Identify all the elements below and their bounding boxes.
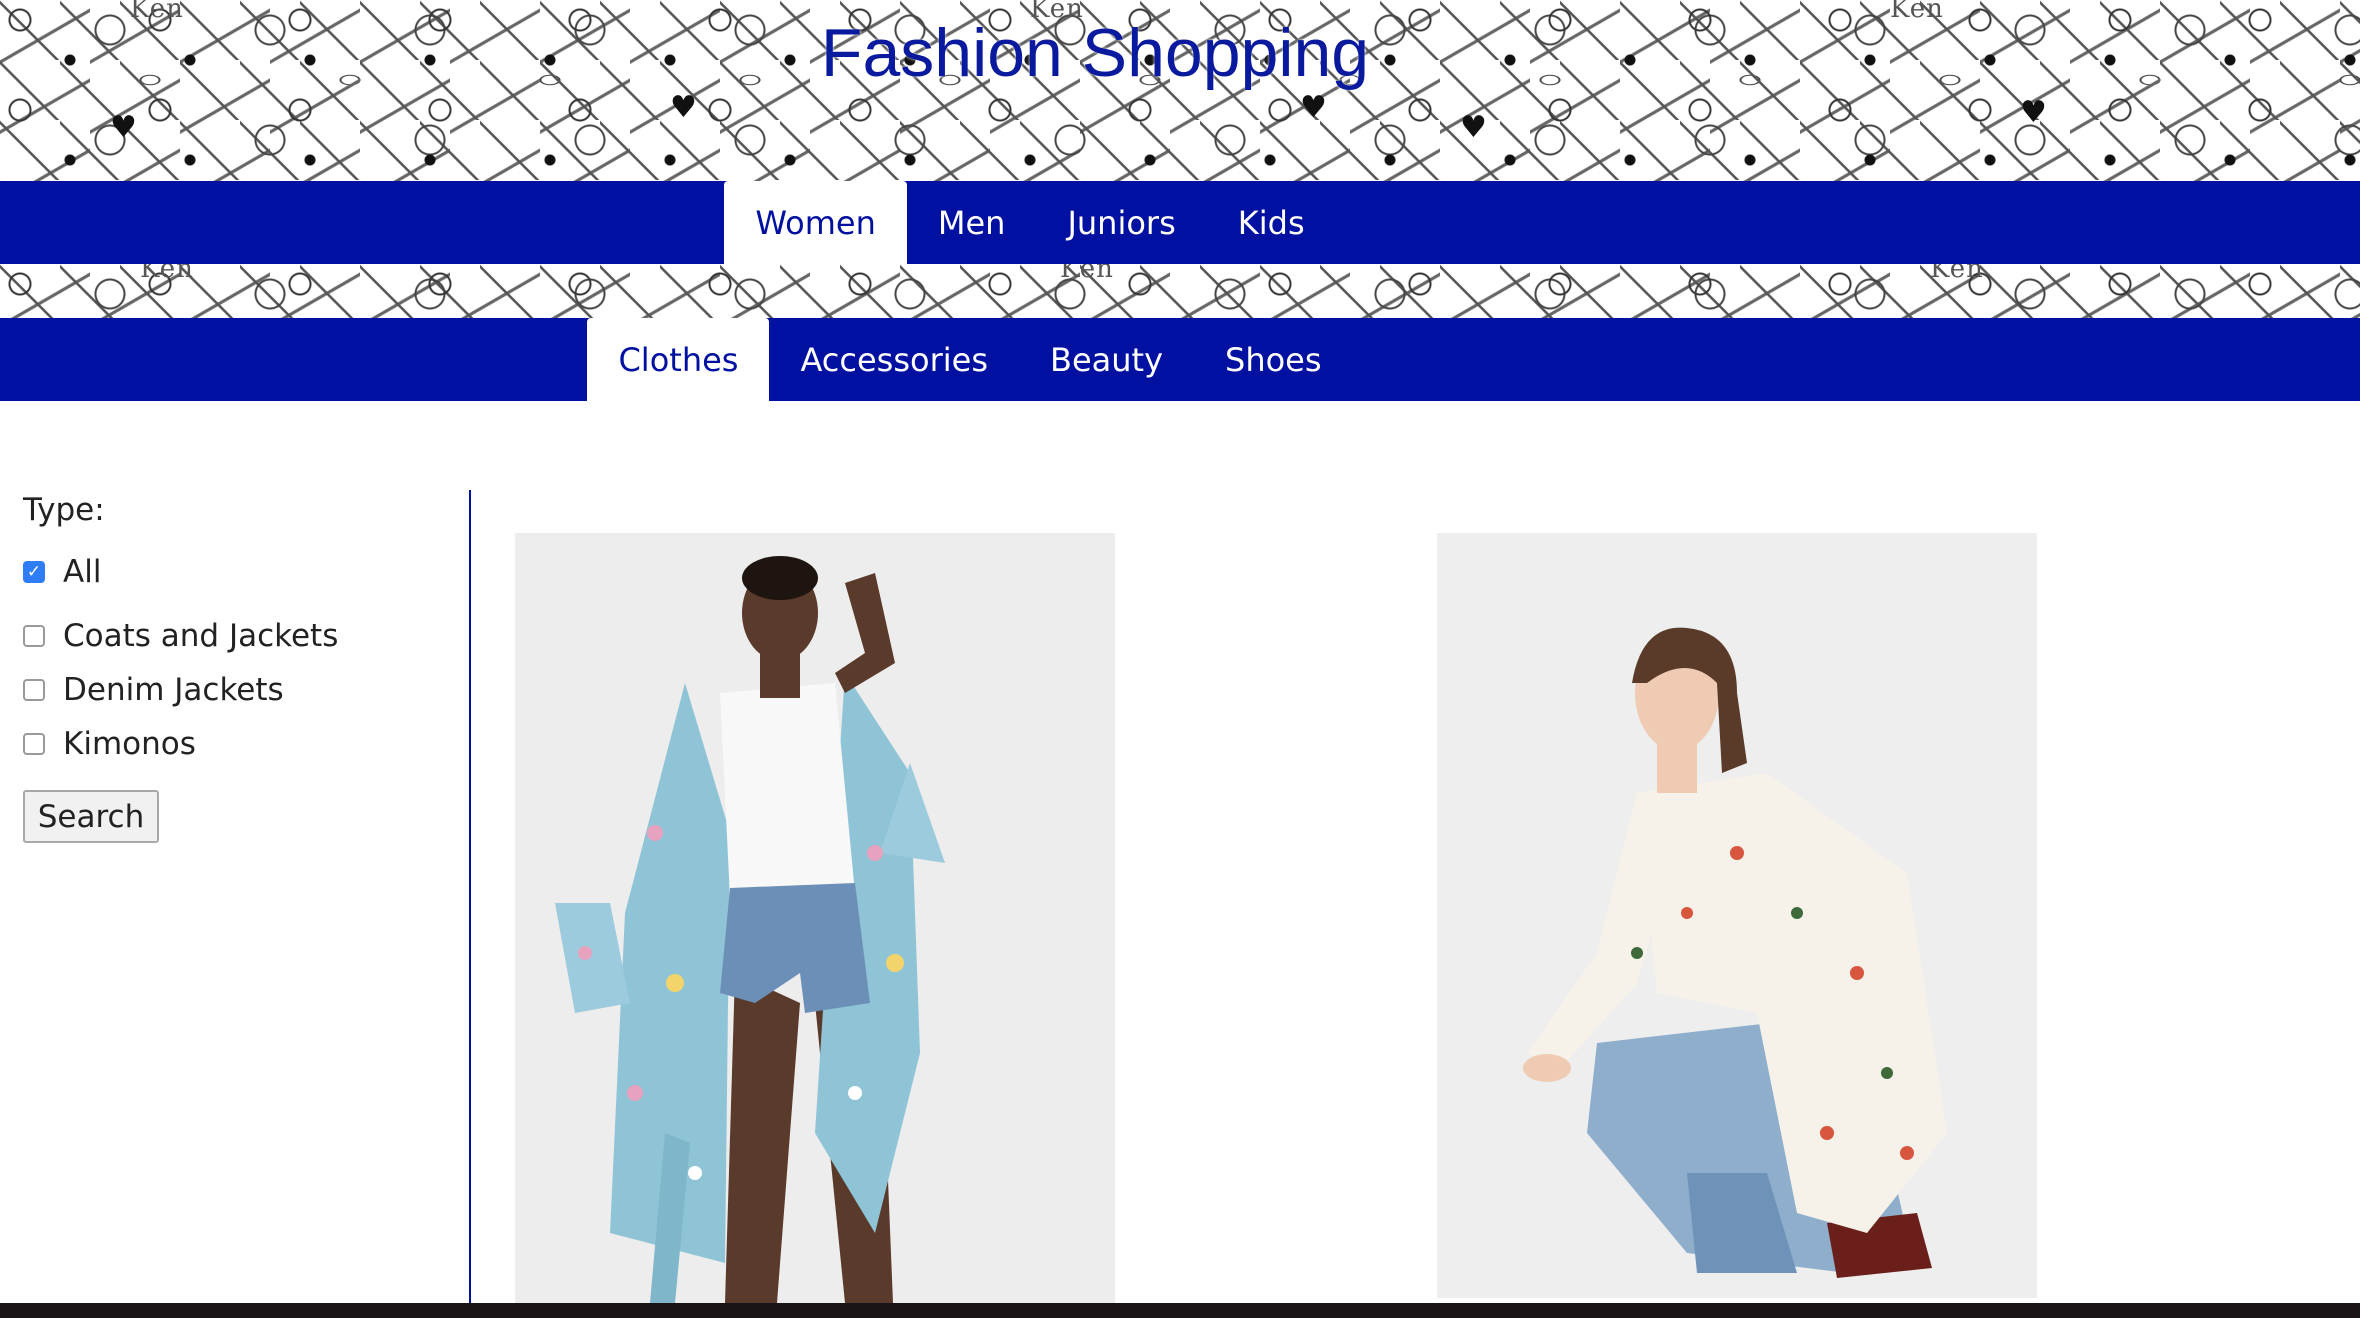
nav-tab-shoes[interactable]: Shoes [1194,318,1353,401]
product-image[interactable] [515,533,1115,1303]
filter-label: Kimonos [63,726,196,762]
decorative-strip: Ken Ken Ken [0,264,2360,318]
nav-tab-clothes[interactable]: Clothes [587,318,770,401]
heart-icon: ♥ [110,110,137,145]
doodle-decoration: Ken [1060,264,1114,284]
doodle-decoration: Ken [1930,264,1984,284]
checkbox-kimonos[interactable] [23,733,45,755]
filter-sidebar: Type: ✓ All Coats and Jackets Denim Jack… [0,490,471,1318]
filter-label: All [63,554,102,590]
checkbox-denim-jackets[interactable] [23,679,45,701]
checkbox-all[interactable]: ✓ [23,561,45,583]
main-nav: Women Men Juniors Kids [0,181,2360,264]
nav-tab-kids[interactable]: Kids [1207,181,1336,264]
filter-option-kimonos[interactable]: Kimonos [23,726,196,762]
filter-label: Coats and Jackets [63,618,339,654]
nav-tab-juniors[interactable]: Juniors [1036,181,1206,264]
filter-label: Denim Jackets [63,672,284,708]
checkbox-coats-and-jackets[interactable] [23,625,45,647]
nav-tab-beauty[interactable]: Beauty [1019,318,1194,401]
nav-tab-accessories[interactable]: Accessories [769,318,1019,401]
checkmark-icon: ✓ [26,561,42,582]
type-label: Type: [23,492,105,528]
site-title: Fashion Shopping [820,15,1370,91]
nav-tab-women[interactable]: Women [724,181,907,264]
product-photo-kimono [515,533,1115,1303]
filter-option-all[interactable]: ✓ All [23,554,101,590]
filter-option-denim-jackets[interactable]: Denim Jackets [23,672,284,708]
search-button[interactable]: Search [23,790,159,843]
heart-icon: ♥ [1300,90,1327,125]
category-nav: Clothes Accessories Beauty Shoes [0,318,2360,401]
doodle-decoration: Ken [140,264,194,284]
heart-icon: ♥ [2020,95,2047,130]
heart-icon: ♥ [670,90,697,125]
bottom-edge [0,1303,2360,1318]
product-photo-jacket [1437,533,2037,1298]
product-image[interactable] [1437,533,2037,1298]
header-banner: Ken Ken Ken ♥ ♥ ♥ ♥ ♥ Fashion Shopping [0,0,2360,181]
heart-icon: ♥ [1460,110,1487,145]
nav-tab-men[interactable]: Men [907,181,1037,264]
filter-option-coats-and-jackets[interactable]: Coats and Jackets [23,618,338,654]
